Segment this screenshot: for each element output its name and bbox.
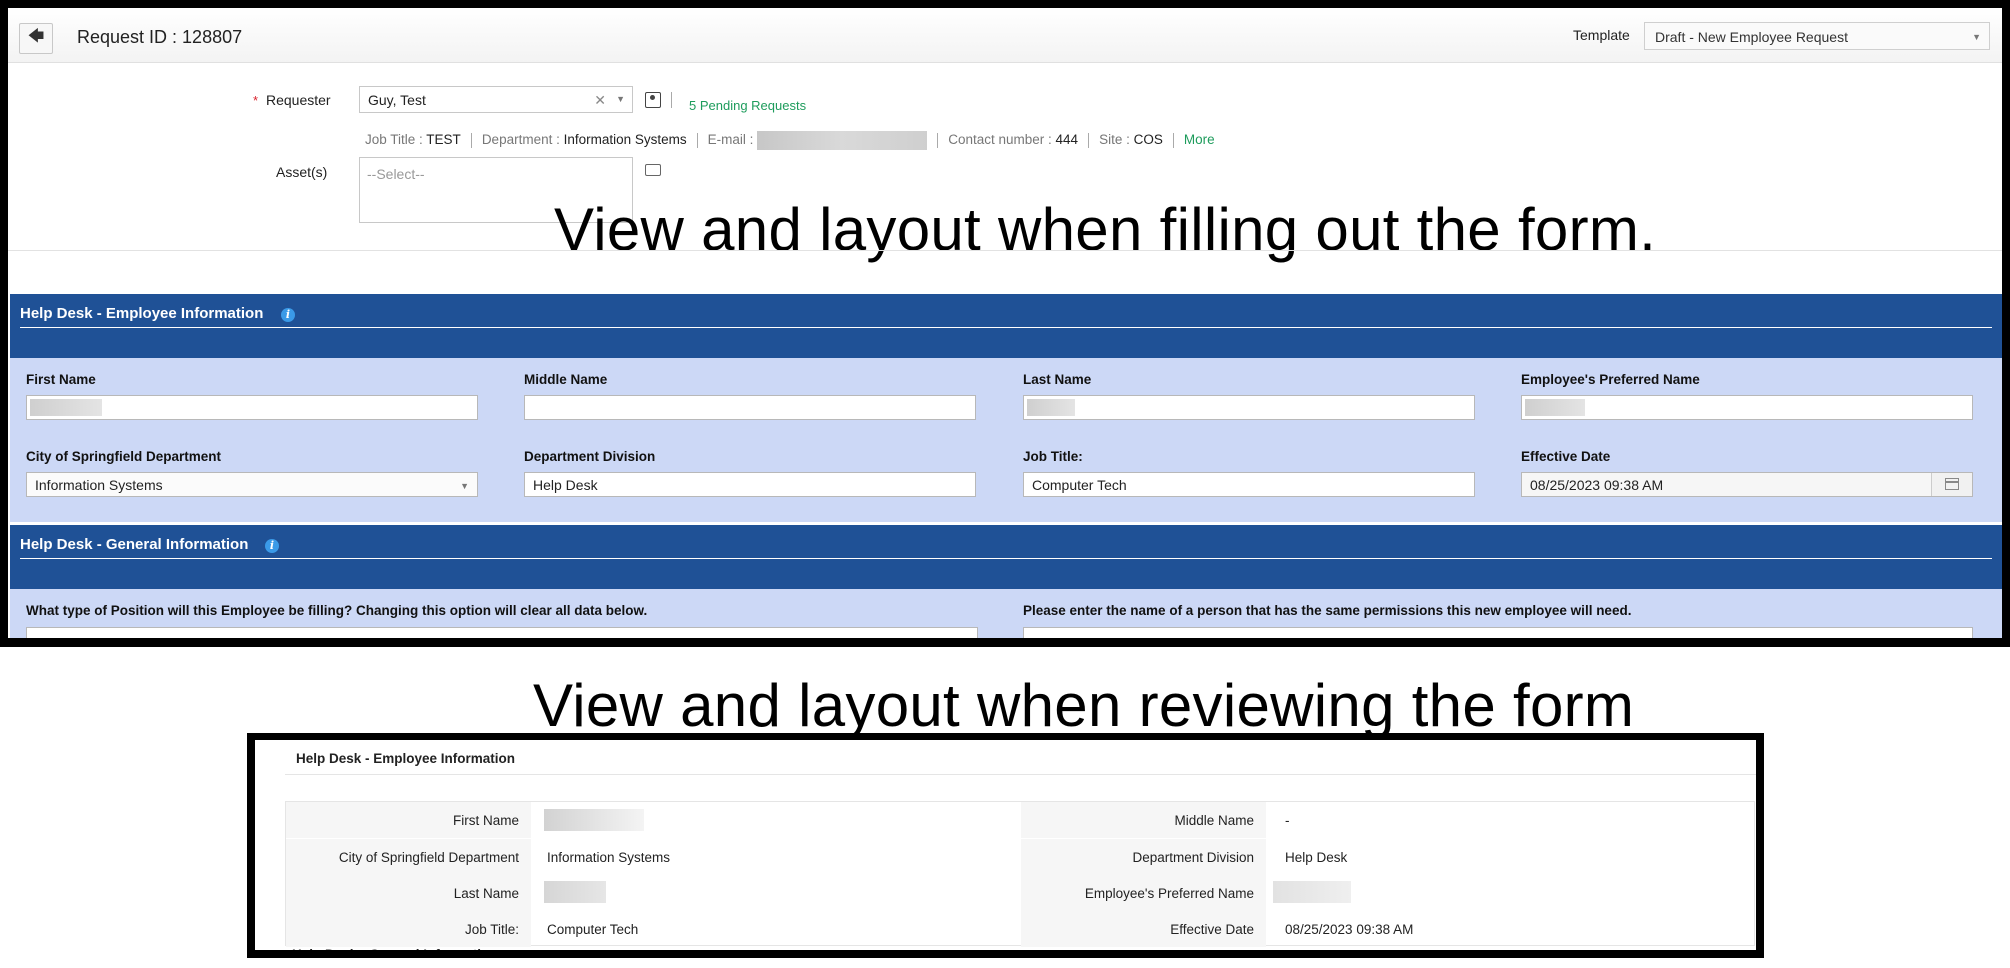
division-field[interactable]: Help Desk [524, 472, 976, 497]
job-title-label: Job Title : [365, 132, 423, 148]
division-label: Department Division [1132, 850, 1254, 865]
middle-name-field[interactable] [524, 395, 976, 420]
department-value: Information Systems [563, 132, 687, 148]
first-name-field[interactable] [26, 395, 478, 420]
middle-name-label: Middle Name [1174, 813, 1254, 828]
redacted-value [1525, 399, 1585, 416]
edit-form-screenshot: 🡄 Request ID : 128807 Template Draft - N… [0, 0, 2010, 647]
chevron-down-icon: ▼ [616, 94, 625, 104]
requester-value: Guy, Test [368, 92, 426, 108]
preferred-name-label: Employee's Preferred Name [1521, 372, 1700, 387]
job-title-label: Job Title: [1023, 449, 1083, 464]
department-label: City of Springfield Department [338, 850, 519, 865]
template-value: Draft - New Employee Request [1655, 29, 1848, 45]
requester-select[interactable]: Guy, Test ✕ ▼ [359, 86, 633, 113]
general-info-header: Help Desk - General Information i [10, 525, 2002, 589]
back-button[interactable]: 🡄 [19, 23, 53, 54]
request-id-title: Request ID : 128807 [77, 27, 243, 47]
info-icon[interactable]: i [265, 539, 279, 553]
job-title-value: Computer Tech [547, 922, 639, 937]
effective-date-label: Effective Date [1521, 449, 1611, 464]
department-value: Information Systems [547, 850, 671, 865]
review-next-section-title: Help Desk - General Information [292, 947, 498, 958]
effective-date-label: Effective Date [1170, 922, 1254, 937]
divider [8, 250, 2002, 251]
contact-label: Contact number : [948, 132, 1052, 148]
request-header: 🡄 Request ID : 128807 Template Draft - N… [8, 8, 2002, 63]
job-title-field[interactable]: Computer Tech [1023, 472, 1475, 497]
review-section-title: Help Desk - Employee Information [296, 751, 516, 766]
contact-value: 444 [1055, 132, 1079, 148]
preferred-name-label: Employee's Preferred Name [1084, 886, 1254, 901]
calendar-icon[interactable] [1931, 473, 1972, 496]
same-permissions-label: Please enter the name of a person that h… [1023, 603, 1632, 618]
arrow-left-icon: 🡄 [27, 28, 45, 45]
position-type-label: What type of Position will this Employee… [26, 603, 648, 618]
job-title-value: Computer Tech [1032, 477, 1127, 493]
preferred-name-field[interactable] [1521, 395, 1973, 420]
division-label: Department Division [524, 449, 656, 464]
last-name-field[interactable] [1023, 395, 1475, 420]
last-name-label: Last Name [1023, 372, 1092, 387]
review-details-table: First Name Middle Name - City of Springf… [285, 801, 1756, 947]
clear-icon[interactable]: ✕ [594, 92, 606, 109]
redacted-value [1027, 399, 1075, 416]
review-form-screenshot: Help Desk - Employee Information First N… [247, 733, 1764, 958]
email-label: E-mail : [707, 132, 754, 148]
department-label: Department : [481, 132, 560, 148]
annotation-bottom: View and layout when reviewing the form [533, 672, 1635, 739]
division-value: Help Desk [533, 477, 598, 493]
email-redacted [757, 131, 928, 150]
effective-date-field[interactable]: 08/25/2023 09:38 AM [1521, 472, 1973, 497]
assets-label: Asset(s) [276, 164, 328, 180]
middle-name-value: - [1285, 813, 1290, 828]
general-info-body: What type of Position will this Employee… [10, 589, 2002, 638]
effective-date-value: 08/25/2023 09:38 AM [1530, 477, 1664, 493]
site-label: Site : [1099, 132, 1130, 148]
department-select[interactable]: Information Systems ▼ [26, 472, 478, 497]
employee-info-body: First Name Middle Name Last Name Employe… [10, 358, 2002, 522]
info-icon[interactable]: i [281, 308, 295, 322]
review-row: Last Name Employee's Preferred Name [286, 875, 1756, 911]
contact-card-icon[interactable] [645, 92, 661, 108]
template-select[interactable]: Draft - New Employee Request ▼ [1644, 22, 1990, 50]
last-name-redacted [544, 881, 606, 903]
first-name-label: First Name [26, 372, 96, 387]
job-title-value: TEST [426, 132, 461, 148]
first-name-label: First Name [452, 813, 519, 828]
first-name-redacted [544, 809, 644, 831]
same-permissions-field[interactable] [1023, 627, 1973, 638]
employee-info-header: Help Desk - Employee Information i [10, 294, 2002, 358]
position-type-select[interactable] [26, 627, 978, 638]
section-title: Help Desk - Employee Information [20, 305, 264, 322]
job-title-label: Job Title: [464, 922, 519, 937]
pending-requests-link[interactable]: 5 Pending Requests [689, 98, 806, 113]
annotation-top: View and layout when filling out the for… [554, 196, 1657, 263]
department-label: City of Springfield Department [26, 449, 222, 464]
site-value: COS [1133, 132, 1163, 148]
review-row: City of Springfield Department Informati… [286, 839, 1756, 875]
monitor-icon[interactable] [645, 164, 661, 176]
redacted-value [30, 399, 102, 416]
review-row: First Name Middle Name - [286, 802, 1756, 838]
divider [285, 774, 1756, 775]
assets-placeholder: --Select-- [367, 166, 425, 182]
divider [671, 92, 672, 108]
template-label: Template [1573, 27, 1630, 43]
effective-date-value: 08/25/2023 09:38 AM [1285, 922, 1414, 937]
chevron-down-icon: ▼ [1972, 32, 1981, 42]
requester-details: Job Title : TEST Department : Information… [365, 131, 1215, 150]
department-value: Information Systems [35, 477, 163, 493]
review-row: Job Title: Computer Tech Effective Date … [286, 911, 1756, 947]
more-link[interactable]: More [1184, 132, 1215, 147]
last-name-label: Last Name [453, 886, 519, 901]
requester-label: Requester [266, 92, 331, 108]
preferred-name-redacted [1273, 881, 1351, 903]
division-value: Help Desk [1285, 850, 1348, 865]
required-marker: * [253, 93, 259, 108]
middle-name-label: Middle Name [524, 372, 608, 387]
chevron-down-icon: ▼ [460, 481, 469, 491]
section-title: Help Desk - General Information [20, 536, 249, 553]
